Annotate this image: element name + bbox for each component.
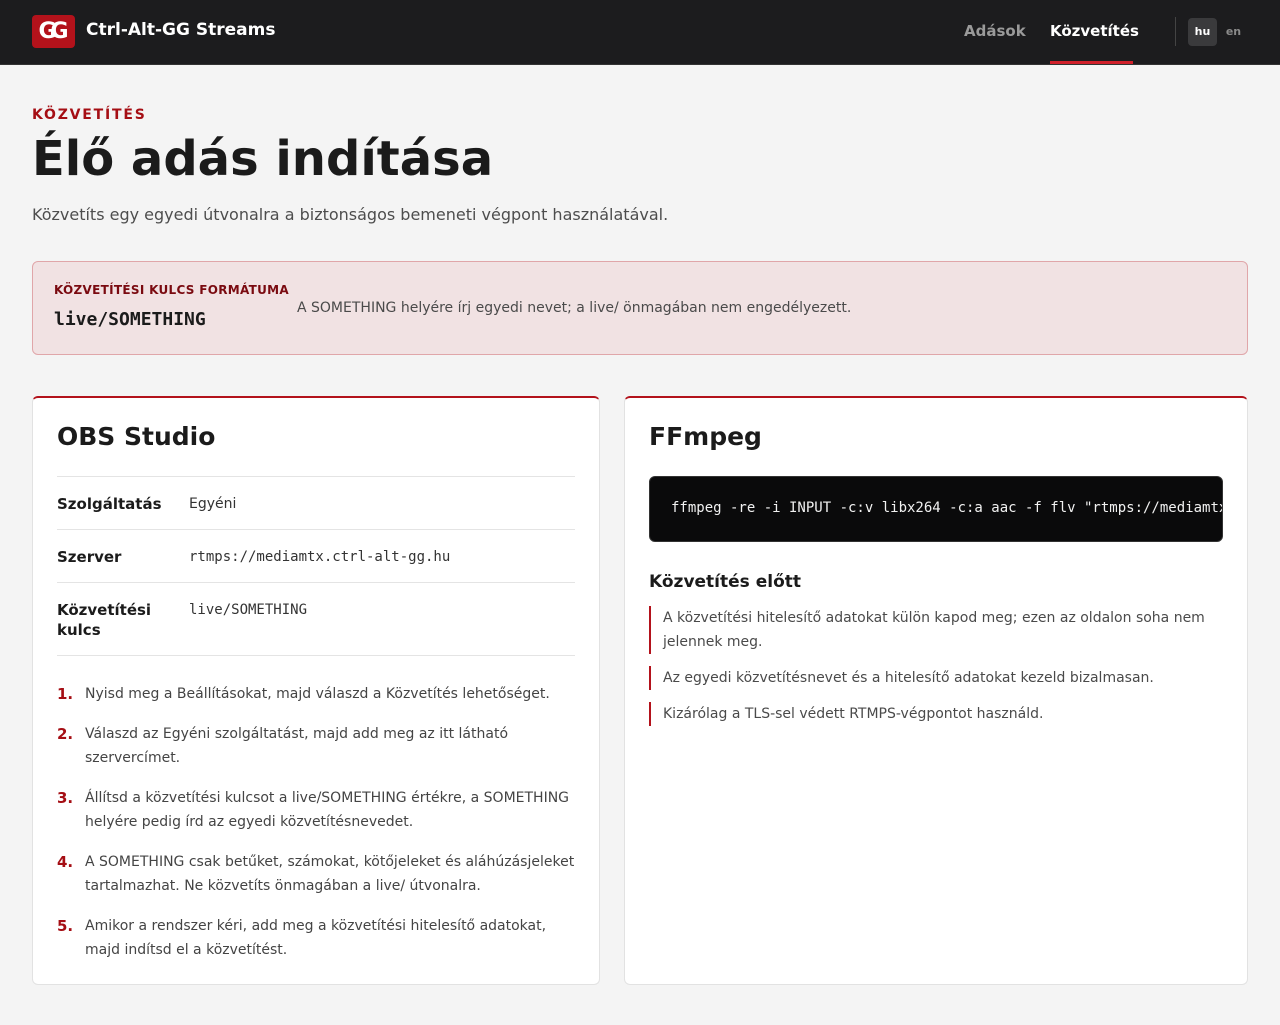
list-item: Az egyedi közvetítésnevet és a hitelesít… xyxy=(649,666,1223,690)
step-text: Nyisd meg a Beállításokat, majd válaszd … xyxy=(85,686,550,702)
list-item: 3. Állítsd a közvetítési kulcsot a live/… xyxy=(57,786,577,834)
nav-divider xyxy=(1175,17,1176,46)
top-bar: GG Ctrl-Alt-GG Streams Adások Közvetítés… xyxy=(0,0,1280,65)
divider xyxy=(57,582,575,583)
step-text: A SOMETHING csak betűket, számokat, kötő… xyxy=(85,854,575,894)
divider xyxy=(57,476,575,477)
page-title: Élő adás indítása xyxy=(32,131,494,187)
page-lede: Közvetíts egy egyedi útvonalra a biztons… xyxy=(32,205,669,224)
list-item: 5. Amikor a rendszer kéri, add meg a köz… xyxy=(57,914,577,962)
active-nav-indicator xyxy=(1050,61,1133,64)
service-label: Szolgáltatás xyxy=(57,495,162,513)
ffmpeg-command-block[interactable]: ffmpeg -re -i INPUT -c:v libx264 -c:a aa… xyxy=(649,476,1223,542)
format-label: KÖZVETÍTÉSI KULCS FORMÁTUMA xyxy=(54,283,289,297)
nav-item-kozvetites[interactable]: Közvetítés xyxy=(1050,22,1139,40)
stream-key-value[interactable]: live/SOMETHING xyxy=(189,602,307,618)
server-value[interactable]: rtmps://mediamtx.ctrl-alt-gg.hu xyxy=(189,549,450,565)
divider xyxy=(57,529,575,530)
before-streaming-title: Közvetítés előtt xyxy=(649,572,801,592)
format-code: live/SOMETHING xyxy=(54,309,206,330)
divider xyxy=(57,655,575,656)
language-hu-button[interactable]: hu xyxy=(1188,18,1217,46)
step-number: 5. xyxy=(57,917,74,935)
ffmpeg-card-title: FFmpeg xyxy=(649,422,762,451)
step-text: Válaszd az Egyéni szolgáltatást, majd ad… xyxy=(85,726,509,766)
obs-card-title: OBS Studio xyxy=(57,422,216,451)
step-number: 4. xyxy=(57,853,74,871)
brand-logo[interactable]: GG xyxy=(32,15,75,48)
ffmpeg-card: FFmpeg ffmpeg -re -i INPUT -c:v libx264 … xyxy=(624,396,1248,985)
step-text: Állítsd a közvetítési kulcsot a live/SOM… xyxy=(85,790,570,830)
page-eyebrow: KÖZVETÍTÉS xyxy=(32,107,147,123)
obs-card: OBS Studio Szolgáltatás Egyéni Szerver r… xyxy=(32,396,600,985)
list-item: 1. Nyisd meg a Beállításokat, majd válas… xyxy=(57,682,577,706)
obs-steps-list: 1. Nyisd meg a Beállításokat, majd válas… xyxy=(57,682,577,978)
server-label: Szerver xyxy=(57,548,122,566)
list-item: A közvetítési hitelesítő adatokat külön … xyxy=(649,606,1223,654)
format-note: A SOMETHING helyére írj egyedi nevet; a … xyxy=(297,300,852,316)
list-item: 2. Válaszd az Egyéni szolgáltatást, majd… xyxy=(57,722,577,770)
nav-item-adasok[interactable]: Adások xyxy=(964,22,1026,40)
list-item: 4. A SOMETHING csak betűket, számokat, k… xyxy=(57,850,577,898)
step-number: 1. xyxy=(57,685,74,703)
step-number: 3. xyxy=(57,789,74,807)
language-en-button[interactable]: en xyxy=(1219,18,1248,46)
stream-key-format-box: KÖZVETÍTÉSI KULCS FORMÁTUMA live/SOMETHI… xyxy=(32,261,1248,355)
step-text: Amikor a rendszer kéri, add meg a közvet… xyxy=(85,918,547,958)
step-number: 2. xyxy=(57,725,74,743)
before-streaming-notes: A közvetítési hitelesítő adatokat külön … xyxy=(649,606,1223,738)
stream-key-label: Közvetítési kulcs xyxy=(57,601,152,639)
list-item: Kizárólag a TLS-sel védett RTMPS-végpont… xyxy=(649,702,1223,726)
service-value: Egyéni xyxy=(189,496,237,512)
brand-name[interactable]: Ctrl-Alt-GG Streams xyxy=(86,20,275,40)
ffmpeg-command[interactable]: ffmpeg -re -i INPUT -c:v libx264 -c:a aa… xyxy=(671,500,1222,516)
